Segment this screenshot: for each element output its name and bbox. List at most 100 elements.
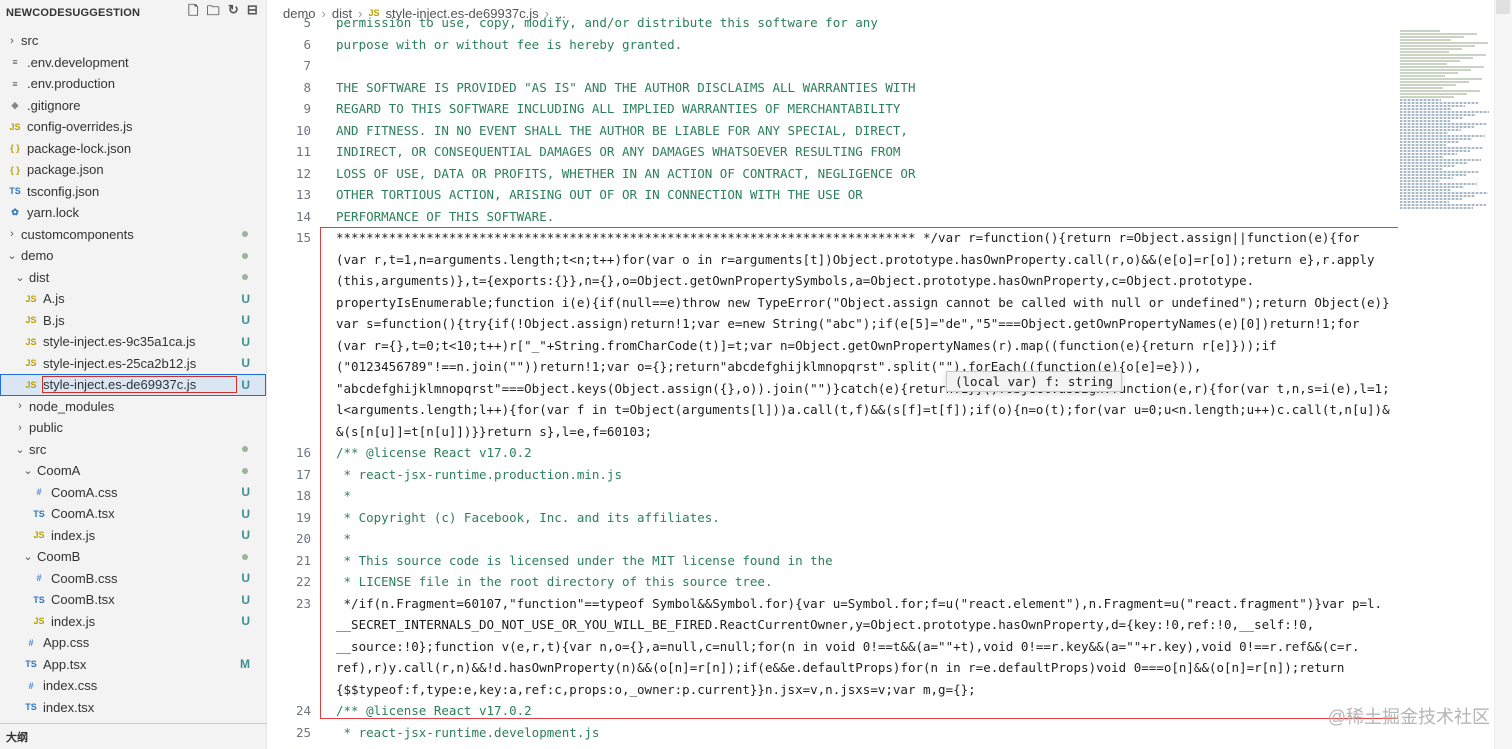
comment-line: PERFORMANCE OF THIS SOFTWARE. xyxy=(336,208,555,224)
code-line: __SECRET_INTERNALS_DO_NOT_USE_OR_YOU_WIL… xyxy=(336,617,1315,632)
minimap-line xyxy=(1400,90,1480,92)
tree-item-label: node_modules xyxy=(29,398,115,414)
file-item[interactable]: ✿ yarn.lock xyxy=(0,202,266,224)
folder-item[interactable]: ⌄ CoomB xyxy=(0,546,266,568)
comment-line: /** @license React v17.0.2 xyxy=(336,445,532,460)
file-item[interactable]: { } package.json xyxy=(0,159,266,181)
chevron-right-icon[interactable]: › xyxy=(6,228,18,240)
file-item[interactable]: # index.css xyxy=(0,675,266,697)
git-status-badge: U xyxy=(241,528,250,543)
file-item[interactable]: JS index.js U xyxy=(0,611,266,633)
tree-item-label: index.js xyxy=(51,613,96,629)
tsx-file-icon: TS xyxy=(25,702,37,713)
minimap-line xyxy=(1400,177,1453,179)
file-item[interactable]: TS App.tsx M xyxy=(0,654,266,676)
minimap-line xyxy=(1400,186,1464,188)
chevron-down-icon[interactable]: ⌄ xyxy=(14,271,26,284)
chevron-right-icon[interactable]: › xyxy=(14,400,26,412)
tsconfig-file-icon: TS xyxy=(9,186,21,197)
minimap-line xyxy=(1400,114,1476,116)
line-number: 9 xyxy=(303,101,311,116)
folder-item[interactable]: › public xyxy=(0,417,266,439)
file-item[interactable]: ≡ .env.development xyxy=(0,52,266,74)
tree-item-label: CoomB xyxy=(37,549,81,565)
minimap-line xyxy=(1400,117,1463,119)
js-file-icon: JS xyxy=(25,379,37,390)
minimap-line xyxy=(1400,156,1444,158)
file-item[interactable]: JS index.js U xyxy=(0,525,266,547)
git-status-badge: U xyxy=(241,485,250,500)
chevron-down-icon[interactable]: ⌄ xyxy=(14,443,26,456)
minimap-line xyxy=(1400,111,1489,113)
chevron-down-icon[interactable]: ⌄ xyxy=(22,550,34,563)
minimap-line xyxy=(1400,99,1441,101)
minimap-line xyxy=(1400,135,1485,137)
comment-line: THE SOFTWARE IS PROVIDED "AS IS" AND THE… xyxy=(336,79,916,95)
git-status-badge: U xyxy=(241,291,250,306)
file-item[interactable]: JS config-overrides.js xyxy=(0,116,266,138)
file-item[interactable]: TS index.tsx xyxy=(0,697,266,719)
outline-section[interactable]: 大纲 xyxy=(0,723,267,749)
chevron-right-icon[interactable]: › xyxy=(14,422,26,434)
folder-item[interactable]: › customcomponents xyxy=(0,224,266,246)
git-status-badge: U xyxy=(241,506,250,521)
file-item[interactable]: # App.css xyxy=(0,632,266,654)
file-item[interactable]: JS B.js U xyxy=(0,310,266,332)
minimap-line xyxy=(1400,138,1472,140)
minimap-line xyxy=(1400,168,1442,170)
line-number: 23 xyxy=(295,595,311,611)
code-line: ****************************************… xyxy=(336,230,1360,245)
hover-tooltip: (local var) f: string xyxy=(946,371,1123,392)
css-file-icon: # xyxy=(28,680,34,691)
workspace-title[interactable]: NEWCODESUGGESTION xyxy=(6,7,140,19)
tsx-file-icon: TS xyxy=(33,594,45,605)
tree-item-label: style-inject.es-25ca2b12.js xyxy=(43,355,197,371)
folder-item[interactable]: ⌄ dist xyxy=(0,267,266,289)
refresh-icon[interactable]: ↻ xyxy=(228,2,239,24)
file-item[interactable]: JS A.js U xyxy=(0,288,266,310)
scroll-thumb[interactable] xyxy=(1496,0,1510,14)
chevron-down-icon[interactable]: ⌄ xyxy=(6,249,18,262)
folder-item[interactable]: ⌄ src xyxy=(0,439,266,461)
minimap-line xyxy=(1400,201,1449,203)
folder-item[interactable]: ⌄ demo xyxy=(0,245,266,267)
file-item[interactable]: { } package-lock.json xyxy=(0,138,266,160)
gitignore-icon: ◆ xyxy=(11,99,19,110)
chevron-right-icon[interactable]: › xyxy=(6,35,18,47)
tree-item-label: CoomA.css xyxy=(51,484,118,500)
file-item[interactable]: JS style-inject.es-9c35a1ca.js U xyxy=(0,331,266,353)
file-item[interactable]: JS style-inject.es-25ca2b12.js U xyxy=(0,353,266,375)
new-folder-icon[interactable]: 🗀 xyxy=(207,2,220,24)
file-item[interactable]: TS tsconfig.json xyxy=(0,181,266,203)
collapse-all-icon[interactable]: ⊟ xyxy=(247,2,258,24)
file-item[interactable]: # CoomA.css U xyxy=(0,482,266,504)
minimap[interactable] xyxy=(1398,26,1492,749)
minimap-line xyxy=(1400,42,1488,44)
folder-item[interactable]: ⌄ CoomA xyxy=(0,460,266,482)
minimap-line xyxy=(1400,129,1461,131)
line-number: 22 xyxy=(295,574,311,589)
minimap-line xyxy=(1400,162,1468,164)
file-item[interactable]: ◆ .gitignore xyxy=(0,95,266,117)
tree-item-label: tsconfig.json xyxy=(27,183,100,199)
tree-item-label: A.js xyxy=(43,291,65,307)
comment-line: permission to use, copy, modify, and/or … xyxy=(336,15,878,30)
vertical-scrollbar[interactable] xyxy=(1494,0,1512,749)
file-item[interactable]: # CoomB.css U xyxy=(0,568,266,590)
file-item[interactable]: TS CoomA.tsx U xyxy=(0,503,266,525)
file-item[interactable]: TS CoomB.tsx U xyxy=(0,589,266,611)
folder-item[interactable]: › node_modules xyxy=(0,396,266,418)
folder-item[interactable]: › src xyxy=(0,30,266,52)
minimap-line xyxy=(1400,60,1460,62)
line-number: 12 xyxy=(295,165,311,181)
git-status-badge: U xyxy=(241,356,250,371)
chevron-down-icon[interactable]: ⌄ xyxy=(22,464,34,477)
git-status-badge: U xyxy=(241,592,250,607)
new-file-icon[interactable]: 🗋 xyxy=(188,2,199,24)
minimap-line xyxy=(1400,93,1467,95)
file-item[interactable]: JS style-inject.es-de69937c.js U xyxy=(0,374,266,396)
code-editor[interactable]: 5 permission to use, copy, modify, and/or… xyxy=(267,12,1397,749)
tree-item-label: CoomA xyxy=(37,463,81,479)
minimap-line xyxy=(1400,72,1458,74)
file-item[interactable]: ≡ .env.production xyxy=(0,73,266,95)
